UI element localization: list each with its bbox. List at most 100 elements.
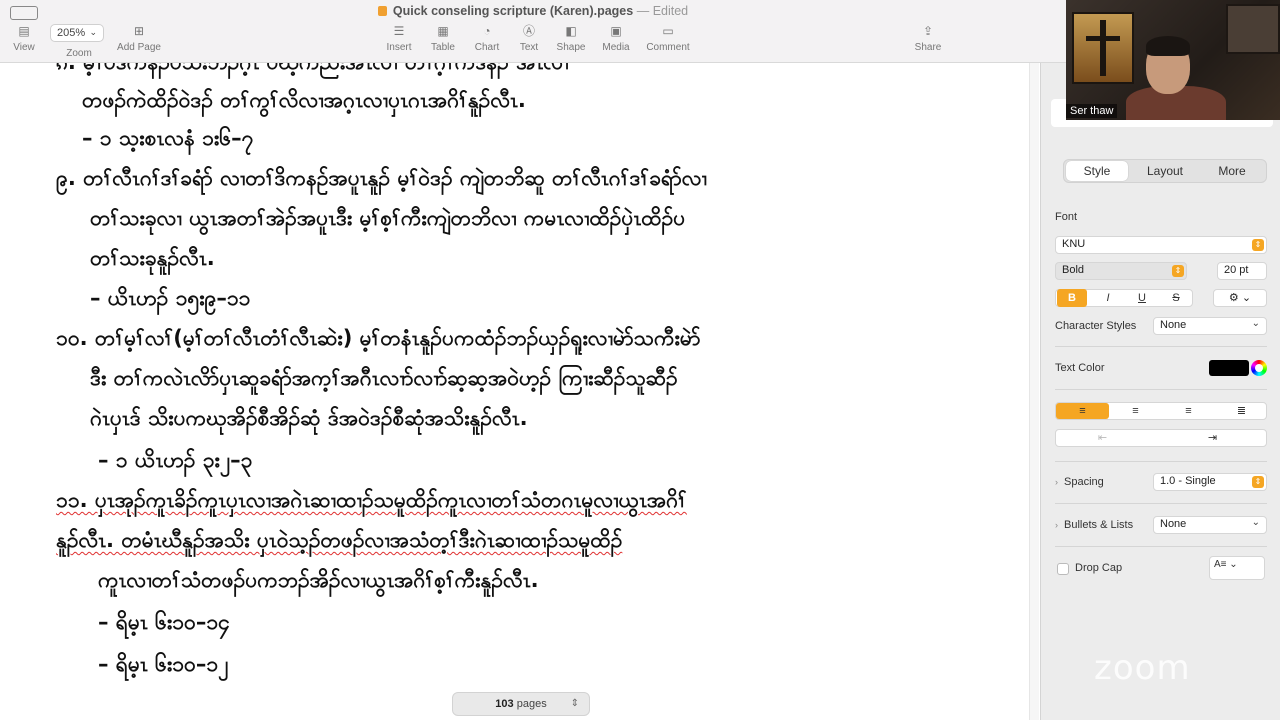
spacing-value: 1.0 - Single [1160, 475, 1216, 487]
share-icon: ⇪ [922, 24, 934, 38]
doc-line: တၢ်သးခုလၢ ယွၤအတၢ်အဲၣ်အပူၤဒီး မ့ၢ်စ့ၢ်ကီး… [90, 206, 686, 230]
comment-button[interactable]: ▭ Comment [640, 24, 696, 53]
table-button[interactable]: ▦ Table [424, 24, 462, 53]
media-icon: ▣ [610, 24, 622, 38]
tab-layout[interactable]: Layout [1132, 161, 1198, 181]
page-count-indicator[interactable]: 103 pages ⇕ [452, 692, 590, 716]
divider [1055, 346, 1267, 347]
bold-button[interactable]: B [1057, 289, 1087, 307]
justify-button[interactable]: ≣ [1215, 403, 1268, 419]
title-separator: — [636, 4, 650, 18]
zoom-select[interactable]: 205% ⌄ [50, 24, 104, 42]
align-center-button[interactable]: ≡ [1109, 403, 1162, 419]
font-name-value: KNU [1062, 238, 1086, 250]
character-styles-select[interactable]: None ⌄ [1153, 317, 1267, 335]
zoom-watermark: zoom [1094, 648, 1191, 688]
chevron-down-icon: ⌄ [1251, 517, 1260, 528]
gear-icon: ⚙ ⌄ [1228, 292, 1252, 304]
chart-icon: ◔ [483, 24, 491, 38]
doc-line: – ယိၤဟၣ် ၁၅း၉–၁၁ [90, 286, 251, 310]
character-styles-value: None [1160, 319, 1187, 331]
text-button[interactable]: Ⓐ Text [510, 24, 548, 53]
media-label: Media [602, 42, 630, 53]
alignment-group: ≡ ≡ ≡ ≣ [1055, 402, 1267, 420]
table-icon: ▦ [437, 24, 449, 38]
doc-line-misspelled: နူၣ်လီၤ. တမံၤဃီနူၣ်အသိး ပှၤဝဲသ့ၣ်တဖၣ်လၢအ… [56, 528, 623, 552]
bullets-select[interactable]: None ⌄ [1153, 516, 1267, 534]
chevron-updown-icon: ⇕ [570, 698, 579, 709]
underline-button[interactable]: U [1127, 289, 1157, 307]
media-button[interactable]: ▣ Media [596, 24, 636, 53]
doc-line: ၁၀. တၢ်မ့ၢ်လၢ်(မ့ၢ်တၢ်လီၤတံၢ်လီၤဆဲး) မ့ၢ… [56, 326, 701, 350]
spacing-select[interactable]: 1.0 - Single ⇕ [1153, 473, 1267, 491]
spacing-disclosure[interactable]: › Spacing [1055, 476, 1104, 488]
tab-more[interactable]: More [1200, 161, 1264, 181]
drop-cap-preview-icon: A≡ ⌄ [1214, 559, 1238, 570]
bullets-disclosure[interactable]: › Bullets & Lists [1055, 519, 1133, 531]
view-icon: ▤ [18, 24, 30, 38]
indent-group: ⇤ ⇥ [1055, 429, 1267, 447]
share-button[interactable]: ⇪ Share [908, 24, 948, 53]
font-style-select[interactable]: Bold ⇕ [1055, 262, 1187, 280]
document-canvas[interactable]: ၵ. မ့ၢ်ပဒိကနဲၣ်ပသးဘၣ်ဂ့ၤ ပဃ့ကညးအီၤလၢ တၢ်… [0, 63, 1040, 720]
insert-icon: ☰ [393, 24, 405, 38]
divider [1055, 389, 1267, 390]
align-right-button[interactable]: ≡ [1162, 403, 1215, 419]
strikethrough-button[interactable]: S [1161, 289, 1191, 307]
doc-line: ၵ. မ့ၢ်ပဒိကနဲၣ်ပသးဘၣ်ဂ့ၤ ပဃ့ကညးအီၤလၢ တၢ်… [56, 63, 569, 80]
shape-button[interactable]: ◧ Shape [552, 24, 590, 53]
shape-icon: ◧ [565, 24, 577, 38]
text-color-label: Text Color [1055, 362, 1105, 374]
drop-cap-style-select[interactable]: A≡ ⌄ [1209, 556, 1265, 580]
chevron-down-icon: ⌄ [1251, 318, 1260, 329]
advanced-options-button[interactable]: ⚙ ⌄ [1213, 289, 1267, 307]
table-label: Table [431, 42, 455, 53]
text-color-well[interactable] [1209, 360, 1249, 376]
sidebar-toggle-icon[interactable] [10, 6, 38, 20]
text-box-icon: Ⓐ [522, 24, 535, 38]
cross-icon [1100, 20, 1106, 76]
chevron-right-icon: › [1055, 520, 1058, 530]
wall-picture [1226, 4, 1280, 54]
share-label: Share [914, 42, 942, 53]
doc-line: – ၁ ယိၤဟၣ် ၃း၂–၃ [98, 448, 253, 472]
doc-line-misspelled: ၁၁. ပှၤအုၣ်ကူၤခိၣ်ကူၤပှၤလၢအဂဲၤဆၢထၢၣ်သမူထ… [56, 488, 687, 512]
character-styles-label: Character Styles [1055, 320, 1137, 332]
tab-style[interactable]: Style [1066, 161, 1128, 181]
page-count: 103 [495, 698, 514, 710]
document-icon [377, 6, 387, 16]
view-button[interactable]: ▤ View [6, 24, 42, 53]
document-scrollbar[interactable] [1029, 63, 1039, 720]
align-left-button[interactable]: ≡ [1056, 403, 1109, 419]
insert-button[interactable]: ☰ Insert [380, 24, 418, 53]
increase-indent-button[interactable]: ⇥ [1186, 430, 1239, 446]
doc-line: – ရိမ့ၤ ၆း၁၀–၁၄ [98, 610, 230, 634]
font-name-select[interactable]: KNU ⇕ [1055, 236, 1267, 254]
zoom-label: Zoom [66, 48, 92, 59]
font-size-stepper[interactable]: 20 pt [1217, 262, 1267, 280]
chevron-updown-icon: ⇕ [1252, 239, 1264, 251]
view-label: View [13, 42, 35, 53]
doc-line: တၢ်သးခုနူၣ်လီၤ. [90, 246, 215, 270]
comment-label: Comment [646, 42, 690, 53]
doc-line: တဖၣ်ကဲထိၣ်ဝဲဒၣ် တၢ်ကွၢ်လိလၢအဂ့ၤလၢပှၤဂၤအဂ… [82, 88, 526, 112]
cross-icon [1086, 36, 1120, 41]
toolbar: Quick conseling scripture (Karen).pages … [0, 0, 1066, 63]
bullets-label: Bullets & Lists [1064, 519, 1134, 531]
comment-icon: ▭ [662, 24, 674, 38]
decrease-indent-button[interactable]: ⇤ [1076, 430, 1129, 446]
text-label: Text [519, 42, 539, 53]
outdent-icon: ⇤ [1097, 432, 1108, 444]
font-style-value: Bold [1062, 264, 1085, 276]
justify-icon: ≣ [1236, 405, 1247, 417]
font-size-value: 20 pt [1224, 264, 1249, 276]
add-page-button[interactable]: ⊞ Add Page [112, 24, 166, 53]
align-center-icon: ≡ [1132, 405, 1139, 417]
italic-button[interactable]: I [1093, 289, 1123, 307]
drop-cap-checkbox[interactable] [1057, 563, 1069, 575]
color-wheel-icon[interactable] [1251, 360, 1267, 376]
align-left-icon: ≡ [1079, 405, 1086, 417]
doc-line: ဂဲၤပှၤဒ် သိးပကဃုအိၣ်စီအိၣ်ဆုံ ဒ်အဝဲဒၣ်စီ… [90, 406, 528, 430]
chart-button[interactable]: ◔ Chart [468, 24, 506, 53]
document-title: Quick conseling scripture (Karen).pages [392, 4, 634, 18]
